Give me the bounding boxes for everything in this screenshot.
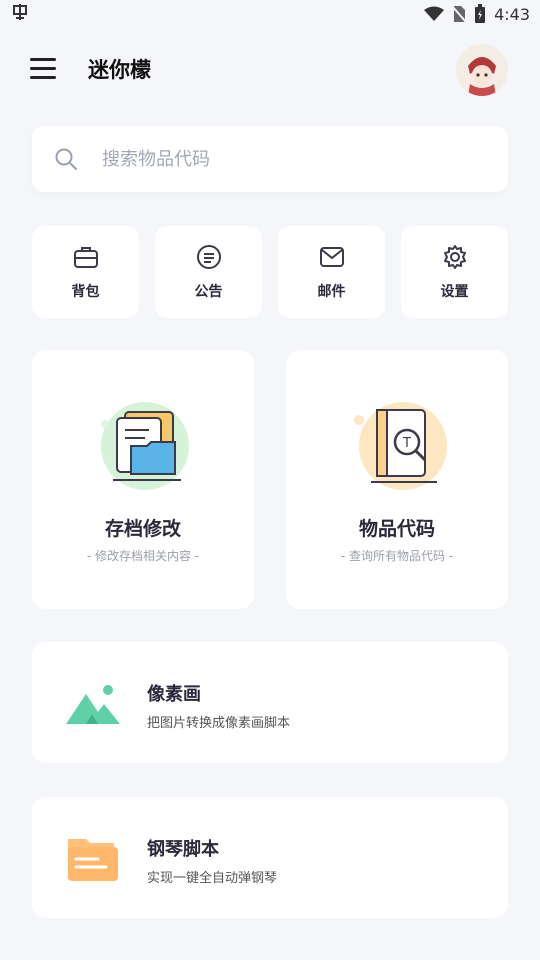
backpack-icon (74, 247, 98, 268)
pixel-art-card[interactable]: 像素画 把图片转换成像素画脚本 (32, 642, 508, 763)
item-code-card[interactable]: T 物品代码 - 查询所有物品代码 - (286, 350, 508, 609)
quick-action-label: 设置 (440, 284, 469, 300)
card-title: 像素画 (147, 684, 201, 705)
card-title: 物品代码 (358, 518, 435, 540)
menu-icon[interactable] (30, 58, 56, 80)
card-subtitle: 实现一键全自动弹钢琴 (147, 871, 278, 886)
app-title: 迷你檬 (88, 58, 151, 82)
folder-icon (68, 839, 118, 881)
search-input[interactable] (102, 140, 482, 178)
wifi-icon (424, 6, 445, 21)
mail-icon (320, 247, 344, 267)
card-title: 存档修改 (104, 518, 181, 540)
no-sim-icon (452, 5, 467, 23)
search-icon (55, 148, 77, 170)
announcement-icon (197, 245, 221, 269)
quick-action-announcement[interactable]: 公告 (155, 226, 262, 318)
bug-icon (10, 2, 30, 27)
codebook-icon: T (354, 402, 447, 490)
battery-icon (475, 4, 486, 23)
quick-action-backpack[interactable]: 背包 (32, 226, 139, 318)
card-subtitle: - 修改存档相关内容 - (86, 549, 200, 563)
quick-action-label: 邮件 (317, 284, 346, 300)
card-subtitle: 把图片转换成像素画脚本 (147, 716, 291, 731)
search-bar[interactable] (32, 126, 508, 192)
app-bar: 迷你檬 (0, 40, 540, 104)
quick-action-label: 公告 (194, 284, 223, 300)
card-title: 钢琴脚本 (147, 839, 219, 860)
quick-action-mail[interactable]: 邮件 (278, 226, 385, 318)
status-icons: 4:43 (424, 4, 530, 24)
status-bar: 4:43 (0, 0, 540, 28)
piano-script-card[interactable]: 钢琴脚本 实现一键全自动弹钢琴 (32, 797, 508, 918)
quick-action-settings[interactable]: 设置 (401, 226, 508, 318)
gear-icon (444, 245, 466, 269)
avatar[interactable] (456, 44, 508, 96)
save-edit-card[interactable]: 存档修改 - 修改存档相关内容 - (32, 350, 254, 609)
svg-text:T: T (402, 436, 411, 451)
status-time: 4:43 (494, 4, 530, 24)
quick-action-label: 背包 (71, 284, 100, 300)
mountain-image-icon (66, 685, 120, 724)
save-folder-icon (101, 402, 189, 490)
card-subtitle: - 查询所有物品代码 - (340, 549, 454, 563)
